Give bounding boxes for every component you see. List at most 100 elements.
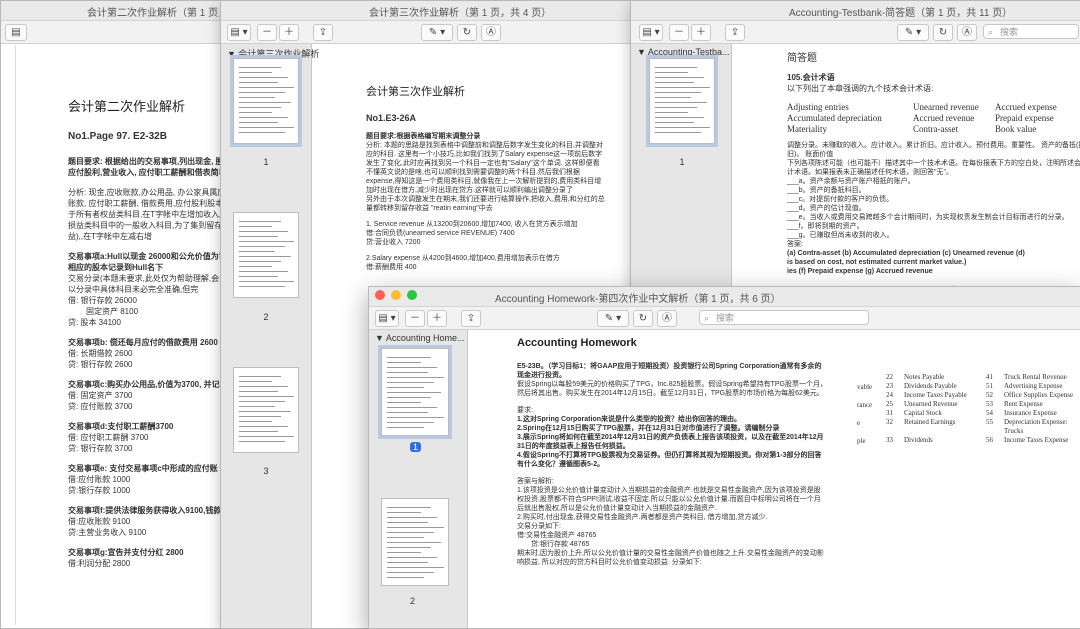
thumbnail-text-line — [239, 241, 295, 242]
page-thumbnail[interactable] — [233, 58, 299, 144]
page-thumbnail[interactable] — [381, 348, 449, 436]
thumbnail-text-line — [239, 396, 295, 397]
thumbnail-text-line — [655, 67, 698, 68]
text-line: 调整分录。未赚取的收入。应计收入。累计折旧。应计收入。预付费用。重要性。 资产的… — [787, 142, 1080, 158]
annotate-button[interactable]: Ⓐ — [481, 24, 501, 41]
zoom-out-button[interactable]: － — [405, 310, 425, 327]
share-button[interactable]: ⇪ — [461, 310, 481, 327]
thumbnail-text-line — [239, 416, 282, 417]
question-title: 105.会计术语 — [787, 73, 835, 82]
account-cell: Dividends Payable — [904, 382, 957, 390]
thumbnail-page-number: 2 — [410, 596, 416, 606]
text-line: 分析: 现金,应收账款,办公用品, 办公家具属应付账款, 应付职工薪酬, 借款费… — [68, 188, 236, 241]
window-titlebar[interactable]: 会计第三次作业解析（第 1 页，共 4 页） — [221, 1, 661, 21]
sidebar-header[interactable]: ▼ Accounting-Testba... — [637, 47, 729, 57]
text-line: 另外由于本次调整发生在期末,我们还要进行结算操作,把收入,费用,和分红的总量都转… — [366, 196, 605, 212]
annotate-button[interactable]: Ⓐ — [957, 24, 977, 41]
zoom-in-button[interactable]: ＋ — [691, 24, 711, 41]
thumbnail-text-line — [655, 97, 691, 98]
markup-button[interactable]: ✎ ▾ — [421, 24, 453, 41]
text-line: 借:合同负债(unearned service REVENUE) 7400 — [366, 230, 515, 237]
thumbnail-text-line — [655, 77, 704, 78]
account-cell: 52 — [986, 391, 993, 399]
zoom-button[interactable] — [407, 290, 417, 300]
thumbnail-text-line — [655, 122, 695, 123]
zoom-in-button[interactable]: ＋ — [279, 24, 299, 41]
account-fragment: e — [857, 419, 861, 427]
close-button[interactable] — [375, 290, 385, 300]
thumbnail-text-line — [387, 552, 421, 553]
thumbnail-text-line — [655, 102, 707, 103]
page-thumbnail[interactable] — [233, 367, 299, 453]
zoom-out-button[interactable]: － — [669, 24, 689, 41]
page-subtitle: No1.E3-26A — [366, 113, 417, 123]
search-field[interactable]: ⌕ 搜索 — [699, 310, 869, 325]
sidebar-toggle-button[interactable]: ▤ ▾ — [375, 310, 399, 327]
disclosure-triangle-icon: ▼ — [637, 47, 648, 57]
sidebar-toggle-button[interactable]: ▤ ▾ — [227, 24, 251, 41]
account-cell: Office Supplies Expense — [1004, 391, 1074, 399]
thumbnail-text-line — [387, 372, 428, 373]
thumbnail-text-line — [239, 426, 288, 427]
zoom-out-button[interactable]: － — [257, 24, 277, 41]
share-button[interactable]: ⇪ — [313, 24, 333, 41]
thumbnail-text-line — [387, 407, 438, 408]
markup-button[interactable]: ✎ ▾ — [597, 310, 629, 327]
sidebar-toggle-button[interactable]: ▤ ▾ — [639, 24, 663, 41]
text-line: 题目要求:根据表格编写期末调整分录 — [366, 133, 481, 140]
thumbnail-text-line — [655, 132, 701, 133]
text-line: 借:应付账款 1000 — [68, 475, 131, 484]
search-field[interactable]: ⌕ 搜索 — [983, 24, 1079, 39]
page-subtitle: No1.Page 97. E2-32B — [68, 131, 167, 142]
page-thumbnail[interactable] — [233, 212, 299, 298]
rotate-button[interactable]: ↻ — [457, 24, 477, 41]
page-title: 会计第三次作业解析 — [366, 86, 465, 98]
text-line: 期末时,因为股价上升,所以公允价值计量的交易性金融资产价值也随之上升.交易性金融… — [517, 550, 824, 566]
thumbnail-text-line — [655, 117, 704, 118]
account-row: 22 Notes Payable 41 Truck Rental Revenue — [856, 373, 1080, 382]
thumbnail-page-number: 2 — [263, 312, 269, 322]
toolbar: ▤ ▾ － ＋ ⇪ ✎ ▾ ↻ Ⓐ ⌕ 搜索 — [369, 307, 1080, 330]
thumbnail-text-line — [239, 381, 272, 382]
thumbnail-text-line — [387, 417, 445, 418]
text-line: 2.Spring在12月15日购买了TPG股票，并在12月31日对市值进行了调整… — [517, 425, 780, 432]
zoom-in-button[interactable]: ＋ — [427, 310, 447, 327]
thumbnail-text-line — [387, 367, 438, 368]
thumbnail-text-line — [239, 231, 288, 232]
toolbar: ▤ ▾ － ＋ ⇪ ✎ ▾ ↻ Ⓐ ⌕ 搜索 — [631, 21, 1080, 44]
thumbnail-sidebar: ▼ 会计第三次作业解析 1 2 3 — [221, 44, 319, 628]
minimize-button[interactable] — [391, 290, 401, 300]
text-line: 固定资产 8100 — [86, 307, 139, 316]
account-cell: 24 — [886, 391, 893, 399]
thumbnail-text-line — [239, 117, 288, 118]
text-line: 贷: 银行存款 2600 — [68, 360, 133, 369]
terms-row: Accumulated depreciation Accrued revenue P… — [787, 113, 1080, 124]
sidebar-header[interactable]: ▼ Accounting Home... — [375, 333, 464, 343]
share-button[interactable]: ⇪ — [725, 24, 745, 41]
annotate-button[interactable]: Ⓐ — [657, 310, 677, 327]
account-cell: Retained Earnings — [904, 418, 956, 426]
markup-button[interactable]: ✎ ▾ — [897, 24, 929, 41]
problem-title: E5-23B。（学习目标1：将GAAP应用于短期投资）投资银行公司Spring … — [517, 363, 822, 379]
rotate-button[interactable]: ↻ — [633, 310, 653, 327]
page-thumbnail[interactable] — [649, 58, 715, 144]
account-cell: Income Taxes Payable — [904, 391, 967, 399]
thumbnail-text-line — [239, 431, 279, 432]
window-titlebar[interactable]: Accounting-Testbank-简答题（第 1 页，共 11 页） — [631, 1, 1080, 21]
thumbnail-text-line — [239, 72, 272, 73]
term-cell: Accrued revenue — [913, 113, 975, 123]
thumbnail-text-line — [387, 562, 428, 563]
sidebar-toggle-button[interactable]: ▤ — [5, 24, 27, 41]
rotate-button[interactable]: ↻ — [933, 24, 953, 41]
window-titlebar[interactable]: 会计第二次作业解析（第 1 页，共 4 页） — [1, 1, 241, 21]
thumbnail-text-line — [387, 557, 438, 558]
text-line: 借: 应付职工薪酬 3700 — [68, 433, 149, 442]
section-title: 简答题 — [787, 53, 817, 64]
window-titlebar[interactable]: Accounting Homework-第四次作业中文解析（第 1 页，共 6 … — [369, 287, 1080, 307]
page-thumbnail[interactable] — [381, 498, 449, 586]
account-cell: Unearned Revenue — [904, 400, 958, 408]
disclosure-triangle-icon: ▼ — [375, 333, 386, 343]
account-fragment: vable — [857, 383, 873, 391]
account-cell: Advertising Expense — [1004, 382, 1063, 390]
account-cell: 23 — [886, 382, 893, 390]
